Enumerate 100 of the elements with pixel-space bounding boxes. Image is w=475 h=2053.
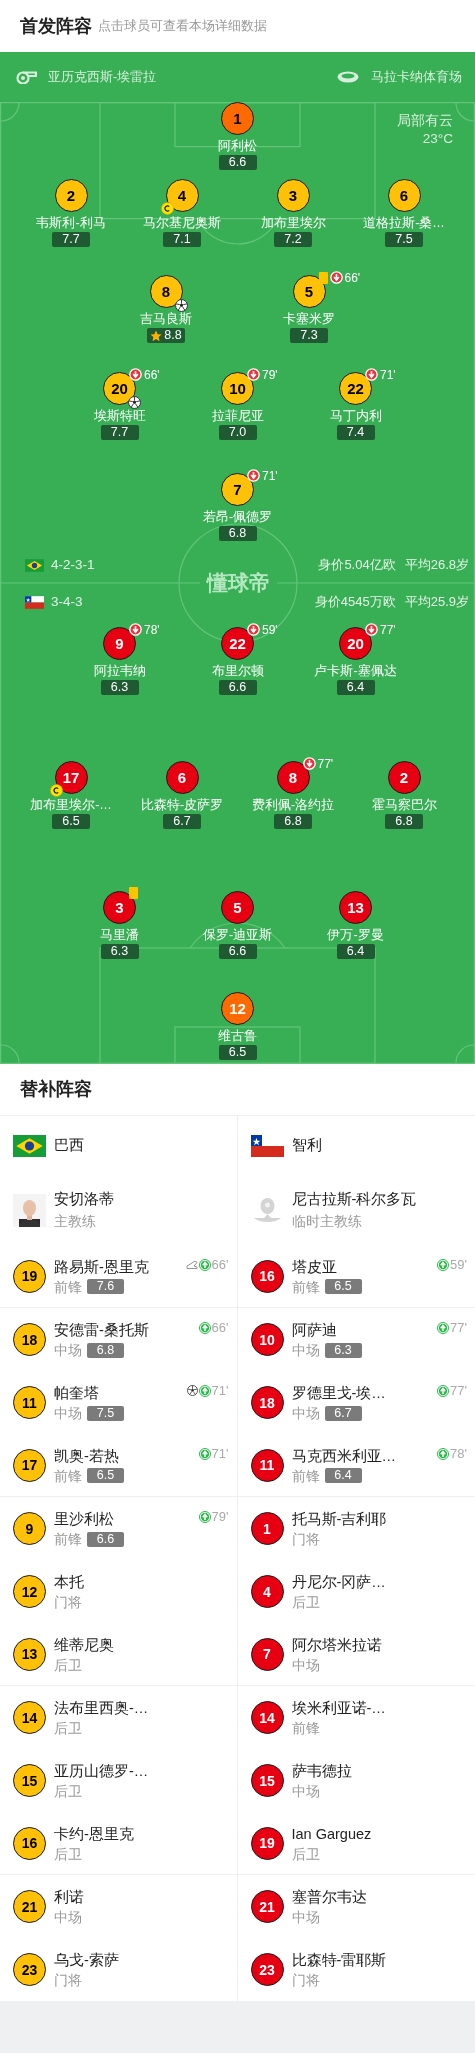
player-number-badge[interactable]: 10	[221, 372, 254, 405]
player-rating: 6.3	[100, 944, 139, 959]
player-number-badge[interactable]: 2	[54, 179, 88, 212]
center-logo: 懂球帝	[205, 571, 271, 595]
player-number-badge[interactable]: 21	[250, 1890, 284, 1923]
player-name: 马尔基尼奥斯	[143, 215, 221, 231]
section-hint: 点击球员可查看本场详细数据	[98, 17, 267, 36]
player-name: 埃斯特旺	[93, 408, 146, 424]
substitution-minute: 59'	[450, 1258, 467, 1271]
player-number-badge[interactable]: 13	[339, 891, 372, 924]
player-number-badge[interactable]: 11	[13, 1386, 46, 1419]
player-number-badge[interactable]: 22	[339, 372, 372, 405]
player-number-badge[interactable]: 3	[276, 179, 310, 212]
player-position: 中场	[54, 1404, 82, 1422]
coach-name: 安切洛蒂	[54, 1190, 114, 1209]
player-rating: 6.5	[52, 814, 90, 829]
player-number-badge[interactable]: 22	[221, 627, 254, 660]
brazil-flag-icon	[13, 1134, 46, 1157]
player-position: 后卫	[291, 1593, 320, 1611]
player-name: 道格拉斯-桑…	[363, 215, 445, 231]
player-name: 维古鲁	[218, 1028, 257, 1044]
player-number-badge[interactable]: 23	[13, 1953, 46, 1986]
player-name: 法布里西奥-…	[54, 1699, 149, 1718]
player-number-badge[interactable]: 7	[221, 473, 254, 506]
player-rating: 6.5	[324, 1279, 362, 1294]
player-name: 霍马察巴尔	[371, 797, 437, 813]
player-number-badge[interactable]: 17	[54, 761, 88, 794]
player-position: 后卫	[54, 1719, 82, 1737]
player-name: 托马斯-吉利耶	[291, 1510, 387, 1529]
booking-card-icon	[318, 271, 328, 284]
player-number-badge[interactable]: 2	[387, 761, 421, 794]
substitution-minute: 77'	[450, 1384, 467, 1397]
player-name: 埃米利亚诺-…	[291, 1699, 386, 1718]
team-value: 身价5.04亿欧	[318, 556, 396, 575]
captain-icon	[160, 202, 174, 215]
player-number-badge[interactable]: 18	[250, 1386, 284, 1419]
player-position: 前锋	[291, 1466, 320, 1485]
player-number-badge[interactable]: 12	[13, 1575, 46, 1608]
player-rating: 6.8	[218, 526, 257, 541]
player-number-badge[interactable]: 4	[250, 1575, 284, 1608]
substitution-in-icon	[198, 1321, 211, 1334]
player-name: 加布里埃尔-…	[30, 797, 112, 813]
coach-role: 临时主教练	[291, 1212, 363, 1231]
player-rating: 6.7	[163, 814, 201, 829]
substitution-minute: 71'	[380, 368, 396, 381]
player-number-badge[interactable]: 23	[250, 1953, 284, 1986]
player-name: 维蒂尼奥	[54, 1635, 114, 1655]
player-number-badge[interactable]: 11	[250, 1448, 284, 1482]
player-number-badge[interactable]: 17	[13, 1448, 46, 1482]
player-rating: 6.6	[218, 944, 257, 959]
player-number-badge[interactable]: 3	[103, 891, 136, 924]
player-number-badge[interactable]: 10	[250, 1323, 284, 1356]
player-name: 塔皮亚	[291, 1257, 338, 1277]
player-number-badge[interactable]: 6	[387, 179, 421, 212]
player-number-badge[interactable]: 16	[250, 1259, 284, 1293]
player-number-badge[interactable]: 21	[13, 1890, 46, 1923]
player-position: 前锋	[291, 1277, 320, 1296]
player-name: 韦斯利-利马	[36, 215, 106, 231]
player-number-badge[interactable]: 5	[292, 275, 326, 308]
football-icon	[128, 396, 141, 409]
player-rating: 7.6	[87, 1279, 124, 1294]
football-icon	[174, 299, 188, 312]
player-name: 安德雷-桑托斯	[54, 1321, 149, 1340]
player-number-badge[interactable]: 18	[13, 1323, 46, 1356]
player-position: 中场	[54, 1908, 82, 1926]
player-number-badge[interactable]: 14	[250, 1701, 284, 1734]
player-name: 塞普尔韦达	[291, 1888, 367, 1907]
star-icon	[150, 329, 163, 342]
player-number-badge[interactable]: 7	[250, 1637, 284, 1671]
player-number-badge[interactable]: 16	[13, 1826, 46, 1860]
player-number-badge[interactable]: 6	[165, 761, 199, 794]
player-number-badge[interactable]: 15	[250, 1764, 284, 1797]
average-age: 平均26.8岁	[404, 556, 469, 575]
substitution-minute: 79'	[262, 368, 278, 381]
player-rating: 6.4	[336, 944, 375, 959]
player-name: 利诺	[54, 1888, 84, 1907]
player-number-badge[interactable]: 1	[221, 102, 254, 135]
substitution-minute: 71'	[211, 1384, 229, 1397]
player-position: 后卫	[291, 1844, 320, 1863]
substitution-minute: 66'	[211, 1258, 229, 1271]
whistle-icon	[15, 70, 37, 84]
captain-icon	[49, 784, 63, 797]
player-number-badge[interactable]: 9	[103, 627, 136, 660]
player-number-badge[interactable]: 13	[13, 1637, 46, 1671]
substitution-in-icon	[437, 1258, 450, 1271]
player-number-badge[interactable]: 20	[339, 627, 372, 660]
section-title: 首发阵容	[20, 14, 92, 38]
player-number-badge[interactable]: 19	[13, 1259, 46, 1293]
player-number-badge[interactable]: 8	[149, 275, 183, 308]
player-number-badge[interactable]: 14	[13, 1701, 46, 1734]
player-number-badge[interactable]: 15	[13, 1764, 46, 1797]
player-name: 比森特-皮萨罗	[140, 797, 224, 813]
player-rating: 7.4	[336, 425, 375, 440]
player-number-badge[interactable]: 1	[250, 1512, 284, 1545]
player-number-badge[interactable]: 4	[165, 179, 199, 212]
player-number-badge[interactable]: 8	[276, 761, 310, 794]
player-number-badge[interactable]: 9	[13, 1512, 46, 1545]
player-number-badge[interactable]: 5	[221, 891, 254, 924]
substitution-out-icon	[129, 368, 142, 381]
player-number-badge[interactable]: 19	[250, 1826, 284, 1860]
